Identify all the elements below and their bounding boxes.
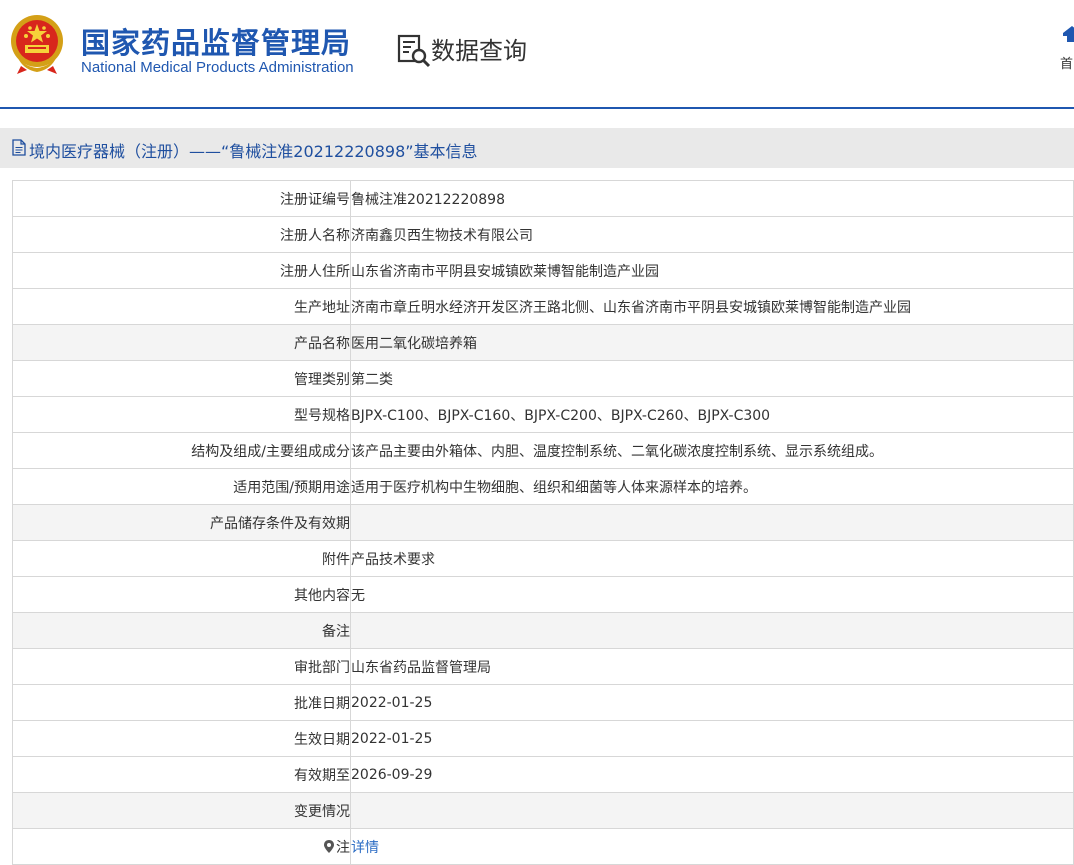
page-title-bar: 境内医疗器械（注册）——“鲁械注准20212220898”基本信息 xyxy=(0,128,1074,168)
row-label: 批准日期 xyxy=(12,684,351,721)
row-label: 型号规格 xyxy=(12,396,351,433)
row-label: 附件 xyxy=(12,540,351,577)
row-value: 2026-09-29 xyxy=(350,756,1074,793)
row-value: 产品技术要求 xyxy=(350,540,1074,577)
details-link[interactable]: 详情 xyxy=(352,840,380,856)
row-value: 无 xyxy=(350,576,1074,613)
table-row: 注册人住所 山东省济南市平阴县安城镇欧莱博智能制造产业园 xyxy=(12,252,1074,289)
site-brand-chinese[interactable]: 国家药品监督管理局 xyxy=(81,20,351,62)
row-value: 鲁械注准20212220898 xyxy=(350,180,1074,217)
row-value: BJPX-C100、BJPX-C160、BJPX-C200、BJPX-C260、… xyxy=(350,396,1074,433)
row-label: 注册证编号 xyxy=(12,180,351,217)
table-row: 产品名称 医用二氧化碳培养箱 xyxy=(12,324,1074,361)
row-value: 济南鑫贝西生物技术有限公司 xyxy=(350,216,1074,253)
row-value: 山东省药品监督管理局 xyxy=(350,648,1074,685)
row-value: 第二类 xyxy=(350,360,1074,397)
table-row-note: 注详情 xyxy=(12,828,1074,865)
row-value: 济南市章丘明水经济开发区济王路北侧、山东省济南市平阴县安城镇欧莱博智能制造产业园 xyxy=(350,288,1074,325)
header-divider xyxy=(0,107,1074,109)
row-label: 变更情况 xyxy=(12,792,351,829)
page-title: 境内医疗器械（注册）——“鲁械注准20212220898”基本信息 xyxy=(29,142,478,161)
row-value xyxy=(350,612,1074,649)
table-row: 产品储存条件及有效期 xyxy=(12,504,1074,541)
table-row: 型号规格 BJPX-C100、BJPX-C160、BJPX-C200、BJPX-C… xyxy=(12,396,1074,433)
table-row: 生产地址 济南市章丘明水经济开发区济王路北侧、山东省济南市平阴县安城镇欧莱博智能制… xyxy=(12,288,1074,325)
row-label: 产品储存条件及有效期 xyxy=(12,504,351,541)
home-icon[interactable] xyxy=(1063,26,1074,42)
note-label-cell: 注 xyxy=(12,828,351,865)
document-icon xyxy=(12,139,26,156)
registration-info-table: 注册证编号 鲁械注准20212220898 注册人名称 济南鑫贝西生物技术有限公司 注册… xyxy=(12,180,1074,865)
site-header: 国家药品监督管理局 National Medical Products Admi… xyxy=(0,0,1074,108)
row-label: 生产地址 xyxy=(12,288,351,325)
row-value xyxy=(350,504,1074,541)
row-value xyxy=(350,792,1074,829)
row-label: 生效日期 xyxy=(12,720,351,757)
row-label: 管理类别 xyxy=(12,360,351,397)
table-row: 生效日期 2022-01-25 xyxy=(12,720,1074,757)
data-query-label[interactable]: 数据查询 xyxy=(431,31,527,66)
note-value-cell: 详情 xyxy=(350,828,1074,865)
home-link[interactable]: 首 xyxy=(1060,53,1073,72)
row-label: 适用范围/预期用途 xyxy=(12,468,351,505)
row-value: 2022-01-25 xyxy=(350,720,1074,757)
row-label: 注册人名称 xyxy=(12,216,351,253)
row-value: 医用二氧化碳培养箱 xyxy=(350,324,1074,361)
table-row: 变更情况 xyxy=(12,792,1074,829)
row-value: 山东省济南市平阴县安城镇欧莱博智能制造产业园 xyxy=(350,252,1074,289)
row-label: 结构及组成/主要组成成分 xyxy=(12,432,351,469)
site-brand-english[interactable]: National Medical Products Administration xyxy=(81,59,354,76)
row-label: 注册人住所 xyxy=(12,252,351,289)
row-label: 备注 xyxy=(12,612,351,649)
pin-icon xyxy=(324,839,334,853)
table-row: 其他内容无 xyxy=(12,576,1074,613)
row-label: 其他内容 xyxy=(12,576,351,613)
document-search-icon xyxy=(397,34,431,68)
table-row: 适用范围/预期用途 适用于医疗机构中生物细胞、组织和细菌等人体来源样本的培养。 xyxy=(12,468,1074,505)
table-row: 管理类别 第二类 xyxy=(12,360,1074,397)
row-value: 该产品主要由外箱体、内胆、温度控制系统、二氧化碳浓度控制系统、显示系统组成。 xyxy=(350,432,1074,469)
row-value: 适用于医疗机构中生物细胞、组织和细菌等人体来源样本的培养。 xyxy=(350,468,1074,505)
row-label: 有效期至 xyxy=(12,756,351,793)
table-row: 注册证编号 鲁械注准20212220898 xyxy=(12,180,1074,217)
row-value: 2022-01-25 xyxy=(350,684,1074,721)
row-label: 审批部门 xyxy=(12,648,351,685)
table-row: 注册人名称 济南鑫贝西生物技术有限公司 xyxy=(12,216,1074,253)
table-row: 审批部门 山东省药品监督管理局 xyxy=(12,648,1074,685)
row-label: 产品名称 xyxy=(12,324,351,361)
table-row: 结构及组成/主要组成成分 该产品主要由外箱体、内胆、温度控制系统、二氧化碳浓度控制… xyxy=(12,432,1074,469)
table-row: 备注 xyxy=(12,612,1074,649)
national-emblem-icon xyxy=(11,15,63,74)
table-row: 批准日期 2022-01-25 xyxy=(12,684,1074,721)
table-row: 附件 产品技术要求 xyxy=(12,540,1074,577)
table-row: 有效期至 2026-09-29 xyxy=(12,756,1074,793)
note-label: 注 xyxy=(336,839,350,856)
